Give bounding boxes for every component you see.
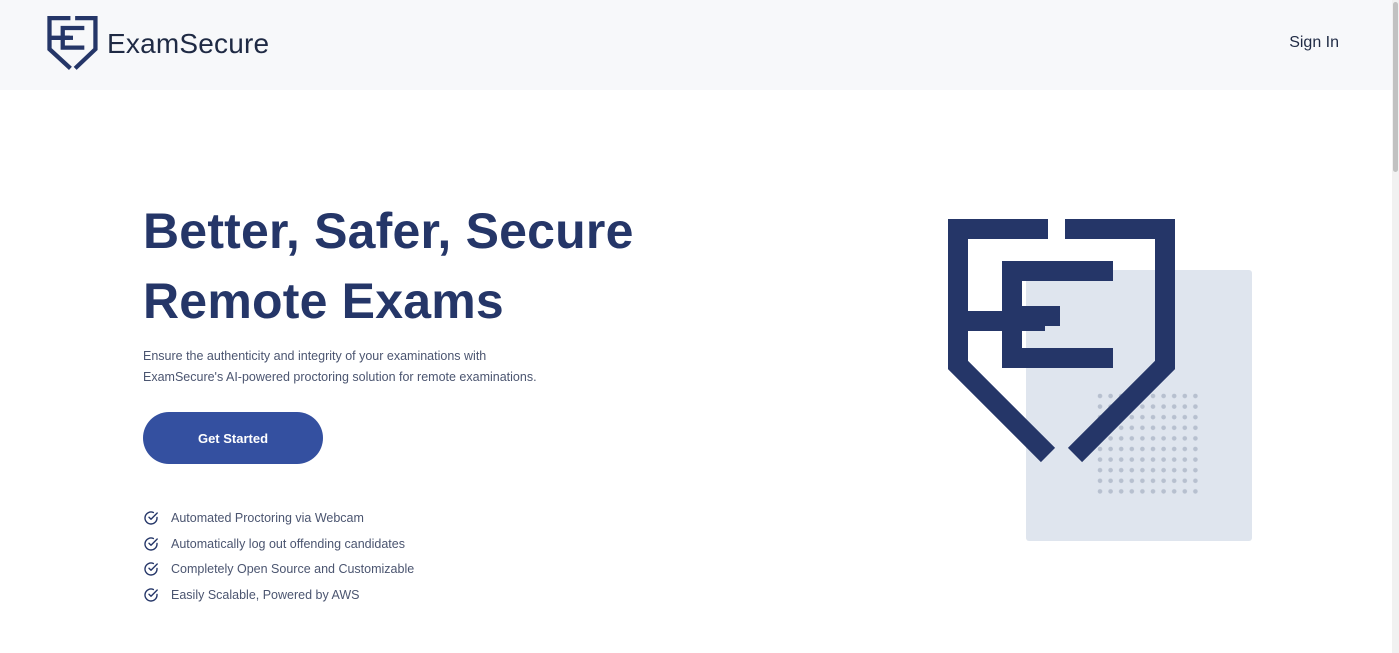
- feature-label: Automated Proctoring via Webcam: [171, 510, 364, 525]
- hero-illustration: [940, 210, 1260, 550]
- feature-label: Automatically log out offending candidat…: [171, 536, 405, 551]
- feature-item: Automatically log out offending candidat…: [143, 531, 414, 557]
- hero-description: Ensure the authenticity and integrity of…: [143, 346, 563, 388]
- examsecure-logo-icon: [47, 16, 98, 70]
- hero-description-line1: Ensure the authenticity and integrity of…: [143, 349, 487, 363]
- brand-link[interactable]: ExamSecure: [47, 16, 269, 72]
- hero-title: Better, Safer, Secure Remote Exams: [143, 196, 783, 336]
- brand-name: ExamSecure: [107, 28, 270, 59]
- hero-title-line1: Better, Safer, Secure: [143, 203, 634, 259]
- top-navbar: ExamSecure Sign In: [0, 0, 1399, 90]
- get-started-button[interactable]: Get Started: [143, 412, 323, 464]
- hero-title-line2: Remote Exams: [143, 273, 504, 329]
- feature-item: Completely Open Source and Customizable: [143, 556, 414, 582]
- scrollbar-thumb[interactable]: [1393, 2, 1398, 172]
- examsecure-shield-logo-icon: [948, 219, 1175, 463]
- check-circle-icon: [144, 562, 158, 576]
- check-circle-icon: [144, 511, 158, 525]
- page-scrollbar[interactable]: [1392, 0, 1399, 653]
- feature-label: Completely Open Source and Customizable: [171, 562, 415, 577]
- feature-list: Automated Proctoring via Webcam Automati…: [143, 505, 414, 608]
- check-circle-icon: [144, 536, 158, 551]
- feature-item: Automated Proctoring via Webcam: [143, 505, 414, 531]
- sign-in-link[interactable]: Sign In: [1289, 34, 1339, 52]
- hero-description-line2: ExamSecure's AI-powered proctoring solut…: [143, 370, 537, 384]
- feature-item: Easily Scalable, Powered by AWS: [143, 582, 414, 608]
- feature-label: Easily Scalable, Powered by AWS: [171, 587, 360, 602]
- check-circle-icon: [144, 588, 158, 602]
